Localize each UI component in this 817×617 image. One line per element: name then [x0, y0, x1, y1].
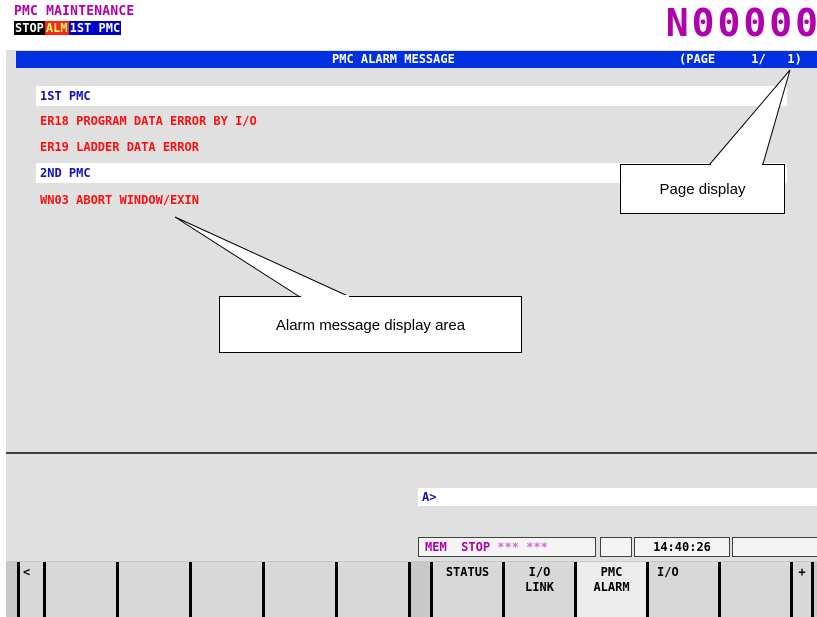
- page-display-callout: Page display: [620, 164, 785, 214]
- callout-join: [711, 163, 762, 166]
- callout-join: [301, 295, 349, 298]
- page-callout-pointer: [708, 69, 791, 165]
- alarm-callout-pointer: [174, 216, 351, 298]
- alarm-area-callout: Alarm message display area: [219, 296, 522, 353]
